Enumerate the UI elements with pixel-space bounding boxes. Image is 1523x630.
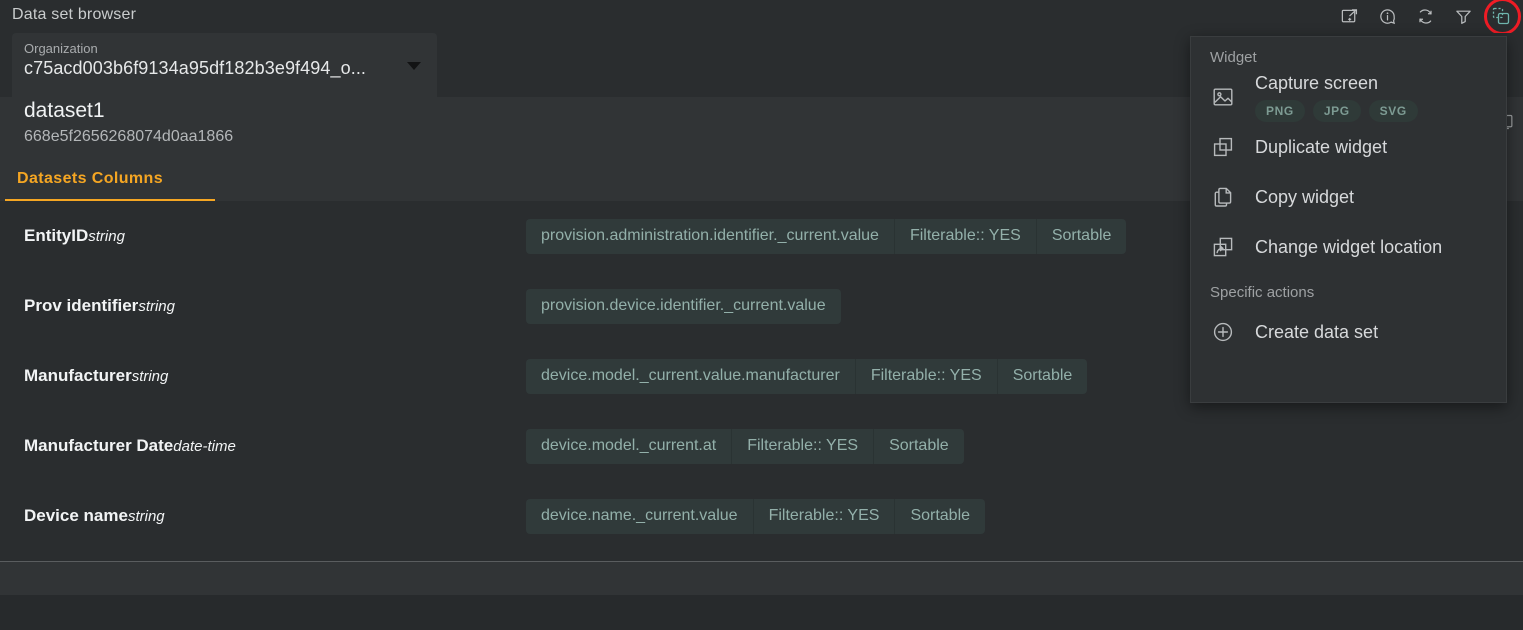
column-type: string bbox=[131, 368, 169, 385]
column-chip-group: device.model._current.value.manufacturer… bbox=[526, 358, 1088, 394]
column-chip-group: device.model._current.at Filterable:: YE… bbox=[526, 428, 964, 464]
column-filterable-chip[interactable]: Filterable:: YES bbox=[856, 358, 998, 394]
widget-context-menu: Widget Capture screen PNG JPG SVG Duplic… bbox=[1190, 36, 1507, 403]
column-path-chip[interactable]: device.model._current.value.manufacturer bbox=[526, 358, 856, 394]
table-row: Manufacturer Datedate-time device.model.… bbox=[0, 411, 1523, 481]
data-set-browser-widget: Data set browser Organization c75acd003b… bbox=[0, 0, 1523, 630]
menu-section-specific-title: Specific actions bbox=[1210, 284, 1315, 301]
organization-select[interactable]: Organization c75acd003b6f9134a95df182b3e… bbox=[12, 33, 437, 97]
column-name: Manufacturer Date bbox=[24, 436, 174, 455]
menu-item-change-widget-location[interactable]: Change widget location bbox=[1191, 222, 1506, 272]
column-sortable-chip[interactable]: Sortable bbox=[1037, 219, 1127, 254]
menu-item-label: Capture screen bbox=[1255, 72, 1379, 93]
menu-item-capture-screen[interactable]: Capture screen PNG JPG SVG bbox=[1191, 72, 1506, 122]
column-name: Device name bbox=[24, 506, 128, 525]
capture-format-options: PNG JPG SVG bbox=[1255, 99, 1418, 122]
organization-value: c75acd003b6f9134a95df182b3e9f494_o... bbox=[24, 58, 367, 78]
chevron-down-icon[interactable] bbox=[407, 62, 421, 70]
info-icon[interactable] bbox=[1375, 4, 1399, 28]
capture-format-png[interactable]: PNG bbox=[1255, 99, 1305, 122]
menu-item-copy-widget[interactable]: Copy widget bbox=[1191, 172, 1506, 222]
table-row: Device namestring device.name._current.v… bbox=[0, 481, 1523, 551]
column-filterable-chip[interactable]: Filterable:: YES bbox=[732, 428, 875, 464]
export-open-new-icon[interactable] bbox=[1337, 4, 1361, 28]
column-type: date-time bbox=[173, 438, 236, 455]
column-path-chip[interactable]: device.model._current.at bbox=[526, 428, 733, 464]
column-sortable-chip[interactable]: Sortable bbox=[895, 499, 985, 534]
column-label: EntityIDstring bbox=[24, 226, 125, 246]
organization-label: Organization bbox=[24, 41, 98, 56]
column-label: Manufacturerstring bbox=[24, 366, 168, 386]
dataset-id: 668e5f2656268074d0aa1866 bbox=[24, 128, 234, 145]
menu-section-widget-title: Widget bbox=[1210, 49, 1257, 66]
copy-icon bbox=[1210, 184, 1236, 210]
menu-item-duplicate-widget[interactable]: Duplicate widget bbox=[1191, 122, 1506, 172]
menu-item-label: Copy widget bbox=[1255, 186, 1355, 207]
page-background bbox=[0, 595, 1523, 630]
widget-icon[interactable] bbox=[1489, 4, 1513, 28]
column-sortable-chip[interactable]: Sortable bbox=[998, 359, 1088, 394]
refresh-icon[interactable] bbox=[1413, 4, 1437, 28]
column-type: string bbox=[127, 508, 165, 525]
column-path-chip[interactable]: provision.device.identifier._current.val… bbox=[526, 289, 841, 324]
header-toolbar bbox=[1337, 4, 1513, 28]
column-filterable-chip[interactable]: Filterable:: YES bbox=[895, 218, 1037, 254]
column-type: string bbox=[88, 228, 125, 245]
column-chip-group: device.name._current.value Filterable:: … bbox=[526, 498, 986, 534]
column-path-chip[interactable]: provision.administration.identifier._cur… bbox=[526, 218, 895, 254]
column-type: string bbox=[138, 298, 175, 315]
image-icon bbox=[1210, 84, 1236, 110]
column-name: Prov identifier bbox=[24, 296, 139, 315]
menu-item-label: Change widget location bbox=[1255, 236, 1443, 257]
duplicate-icon bbox=[1210, 134, 1236, 160]
column-chip-group: provision.administration.identifier._cur… bbox=[526, 218, 1127, 254]
capture-format-jpg[interactable]: JPG bbox=[1312, 99, 1361, 122]
column-label: Prov identifierstring bbox=[24, 296, 175, 316]
page-title: Data set browser bbox=[12, 6, 137, 23]
capture-format-svg[interactable]: SVG bbox=[1368, 99, 1418, 122]
footer-band bbox=[0, 562, 1523, 595]
filter-icon[interactable] bbox=[1451, 4, 1475, 28]
dataset-name: dataset1 bbox=[24, 99, 105, 122]
widget-header: Data set browser bbox=[0, 0, 1523, 35]
column-label: Manufacturer Datedate-time bbox=[24, 436, 236, 456]
column-chip-group: provision.device.identifier._current.val… bbox=[526, 288, 841, 324]
column-path-chip[interactable]: device.name._current.value bbox=[526, 498, 754, 534]
move-location-icon bbox=[1210, 234, 1236, 260]
column-name: EntityID bbox=[24, 226, 89, 245]
tab-datasets-columns[interactable]: Datasets Columns bbox=[5, 157, 175, 201]
column-label: Device namestring bbox=[24, 506, 165, 526]
column-sortable-chip[interactable]: Sortable bbox=[874, 429, 964, 464]
column-filterable-chip[interactable]: Filterable:: YES bbox=[754, 498, 896, 534]
column-name: Manufacturer bbox=[24, 366, 132, 385]
menu-item-label: Duplicate widget bbox=[1255, 136, 1388, 157]
menu-item-label: Create data set bbox=[1255, 321, 1379, 342]
plus-circle-icon bbox=[1210, 319, 1236, 345]
menu-item-create-data-set[interactable]: Create data set bbox=[1191, 307, 1506, 357]
